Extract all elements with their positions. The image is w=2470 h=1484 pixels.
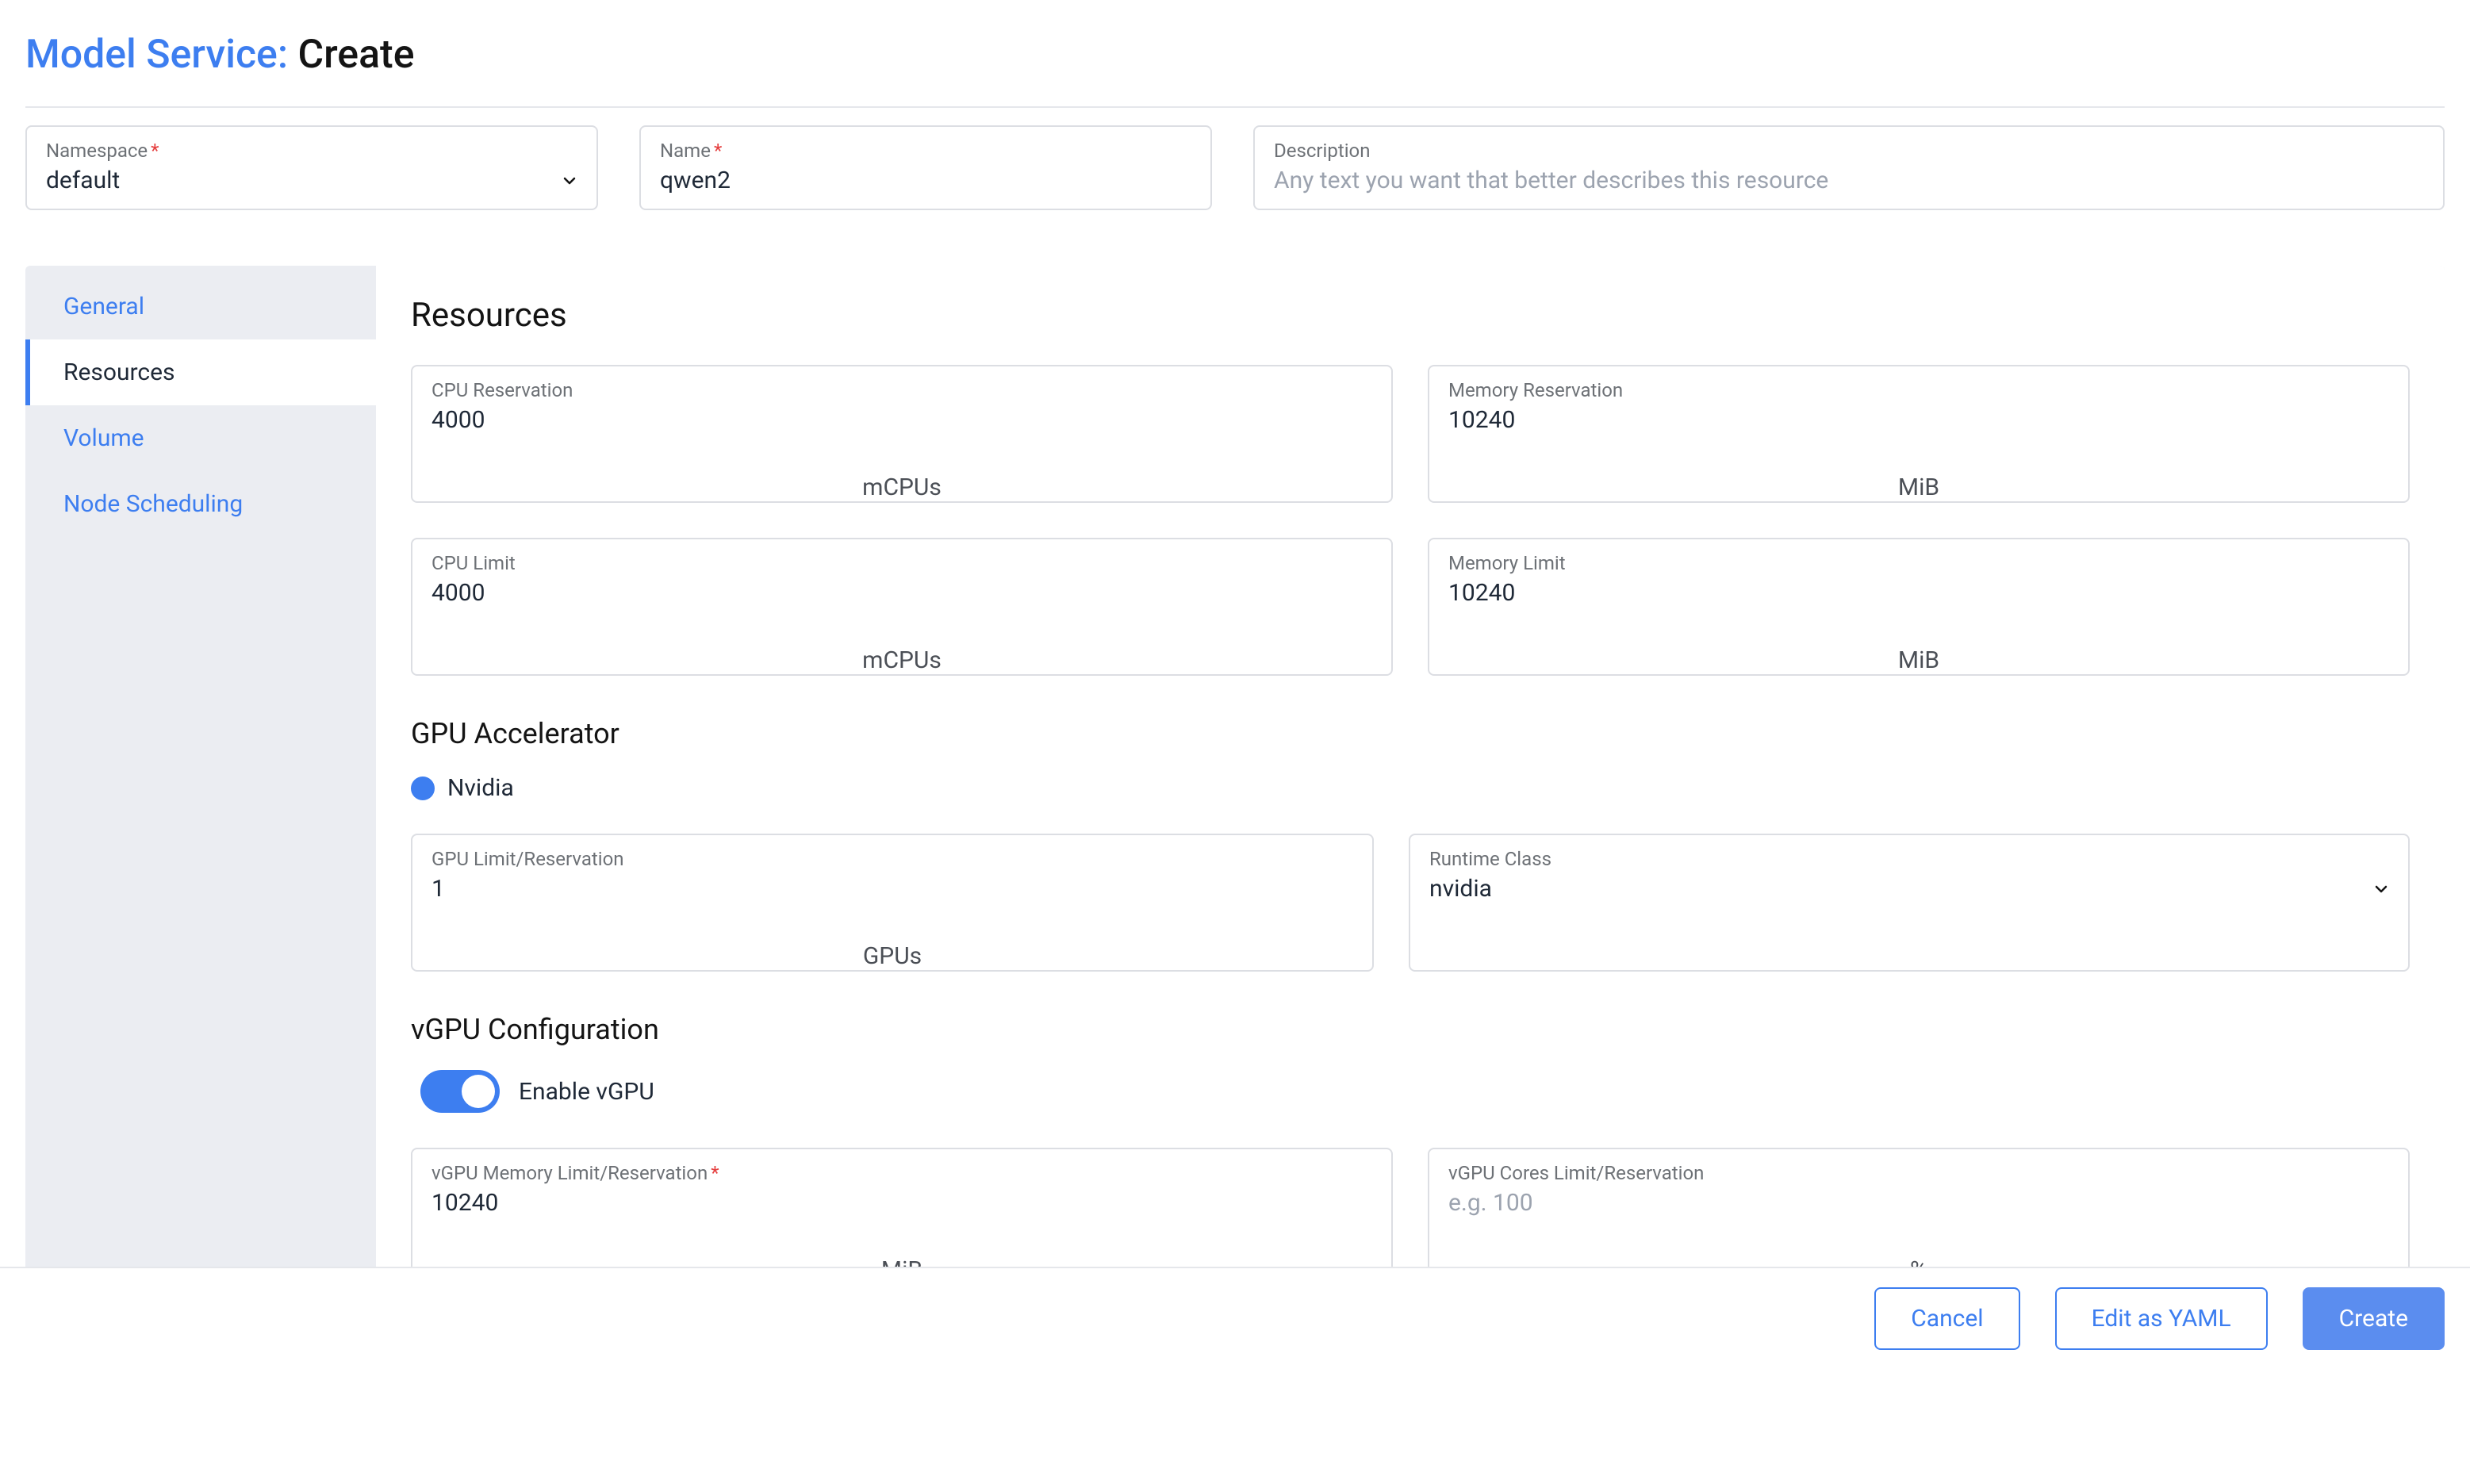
vgpu-memory-label: vGPU Memory Limit/Reservation*	[431, 1162, 1372, 1184]
side-tabs: General Resources Volume Node Scheduling	[25, 266, 376, 1341]
gpu-limit-input[interactable]	[431, 875, 1353, 903]
tab-label: Resources	[63, 359, 175, 386]
cpu-limit-label: CPU Limit	[431, 552, 1372, 574]
section-title-vgpu: vGPU Configuration	[411, 1013, 2410, 1046]
namespace-select[interactable]: Namespace* default	[25, 125, 598, 210]
name-field[interactable]: Name*	[639, 125, 1212, 210]
memory-reservation-field[interactable]: Memory Reservation MiB	[1428, 365, 2410, 503]
namespace-value: default	[46, 167, 562, 194]
cpu-limit-input[interactable]	[431, 579, 1372, 607]
runtime-class-label: Runtime Class	[1429, 848, 2389, 870]
header-divider	[25, 106, 2445, 108]
create-button[interactable]: Create	[2303, 1287, 2445, 1350]
chevron-down-icon	[2373, 881, 2389, 897]
tab-resources[interactable]: Resources	[25, 339, 376, 405]
name-label: Name*	[660, 140, 1191, 162]
description-label: Description	[1274, 140, 2424, 162]
tab-general[interactable]: General	[25, 274, 376, 339]
memory-limit-label: Memory Limit	[1448, 552, 2389, 574]
edit-as-yaml-button[interactable]: Edit as YAML	[2055, 1287, 2268, 1350]
gpu-limit-field[interactable]: GPU Limit/Reservation GPUs	[411, 834, 1374, 972]
page-title: Model Service: Create	[25, 32, 2445, 78]
tab-label: Node Scheduling	[63, 490, 243, 518]
cpu-reservation-input[interactable]	[431, 406, 1372, 434]
cpu-reservation-unit: mCPUs	[412, 474, 1391, 501]
section-title-resources: Resources	[411, 296, 2410, 335]
memory-limit-input[interactable]	[1448, 579, 2389, 607]
runtime-class-select[interactable]: Runtime Class nvidia	[1409, 834, 2410, 972]
tab-volume[interactable]: Volume	[25, 405, 376, 471]
tab-label: Volume	[63, 424, 144, 452]
toggle-knob-icon	[462, 1075, 495, 1108]
memory-limit-field[interactable]: Memory Limit MiB	[1428, 538, 2410, 676]
tab-node-scheduling[interactable]: Node Scheduling	[25, 471, 376, 537]
top-fields-row: Namespace* default Name* Description	[25, 125, 2445, 210]
section-title-gpu: GPU Accelerator	[411, 717, 2410, 750]
vgpu-cores-field[interactable]: vGPU Cores Limit/Reservation %	[1428, 1148, 2410, 1286]
vgpu-memory-input[interactable]	[431, 1189, 1372, 1217]
cpu-reservation-label: CPU Reservation	[431, 379, 1372, 401]
cancel-button[interactable]: Cancel	[1874, 1287, 2019, 1350]
memory-limit-unit: MiB	[1429, 646, 2408, 674]
description-input[interactable]	[1274, 167, 2424, 194]
cpu-limit-unit: mCPUs	[412, 646, 1391, 674]
page-title-suffix: Create	[297, 32, 414, 78]
enable-vgpu-label: Enable vGPU	[519, 1078, 654, 1106]
gpu-limit-label: GPU Limit/Reservation	[431, 848, 1353, 870]
page-title-prefix: Model Service:	[25, 32, 288, 78]
enable-vgpu-toggle[interactable]	[420, 1070, 500, 1113]
description-field[interactable]: Description	[1253, 125, 2445, 210]
footer-bar: Cancel Edit as YAML Create	[0, 1267, 2470, 1369]
cpu-limit-field[interactable]: CPU Limit mCPUs	[411, 538, 1393, 676]
memory-reservation-input[interactable]	[1448, 406, 2389, 434]
name-input[interactable]	[660, 167, 1191, 194]
chevron-down-icon	[562, 173, 577, 189]
vgpu-memory-field[interactable]: vGPU Memory Limit/Reservation* MiB	[411, 1148, 1393, 1286]
vgpu-cores-label: vGPU Cores Limit/Reservation	[1448, 1162, 2389, 1184]
gpu-vendor-radio[interactable]: Nvidia	[411, 774, 2410, 802]
memory-reservation-unit: MiB	[1429, 474, 2408, 501]
vgpu-cores-input[interactable]	[1448, 1189, 2389, 1217]
gpu-vendor-label: Nvidia	[447, 774, 514, 802]
gpu-limit-unit: GPUs	[412, 942, 1372, 970]
cpu-reservation-field[interactable]: CPU Reservation mCPUs	[411, 365, 1393, 503]
main-area: General Resources Volume Node Scheduling…	[25, 266, 2445, 1341]
radio-selected-icon	[411, 777, 435, 800]
runtime-class-value: nvidia	[1429, 875, 2373, 903]
namespace-label: Namespace*	[46, 140, 577, 162]
memory-reservation-label: Memory Reservation	[1448, 379, 2389, 401]
content-panel: Resources CPU Reservation mCPUs Memory R…	[376, 266, 2445, 1341]
tab-label: General	[63, 293, 144, 320]
